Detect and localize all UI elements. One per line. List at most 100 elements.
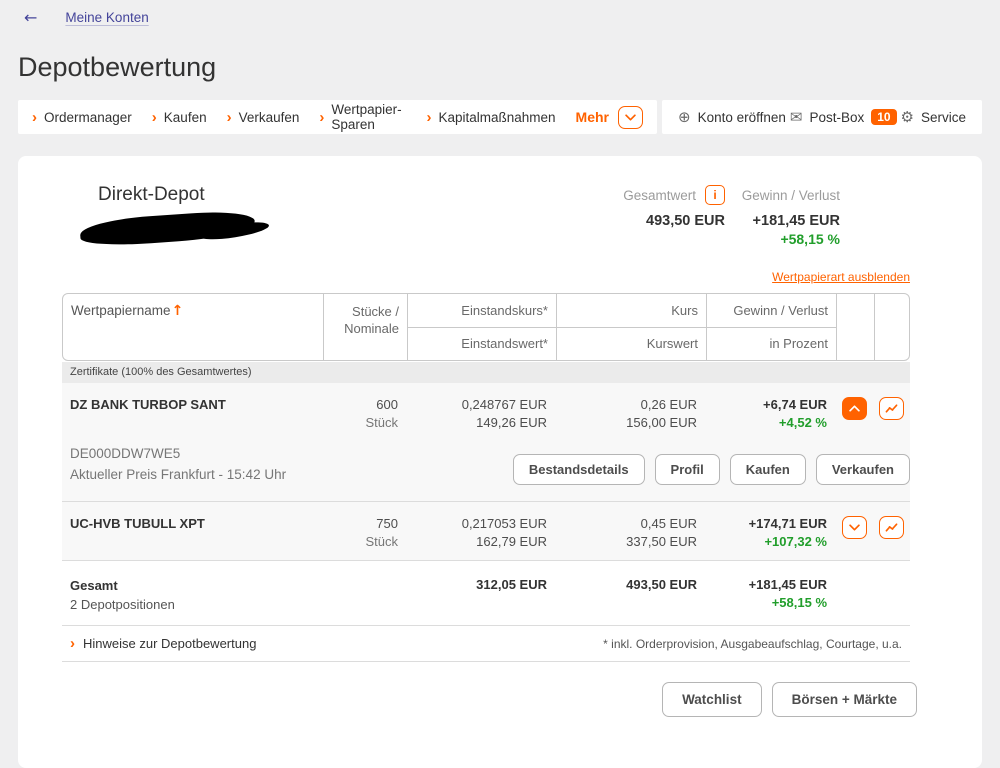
gain-loss-percent: +107,32 % xyxy=(705,533,827,551)
action-label: Post-Box xyxy=(809,110,864,125)
column-header-label: Kurs xyxy=(557,294,706,328)
hints-row: › Hinweise zur Depotbewertung * inkl. Or… xyxy=(62,626,910,661)
depot-card: Direkt-Depot Gesamtwert i 493,50 EUR Gew… xyxy=(18,156,982,768)
divider xyxy=(62,661,910,662)
price: 0,26 EUR xyxy=(555,396,697,414)
link-row: Wertpapierart ausblenden xyxy=(18,268,982,286)
column-header-label: in Prozent xyxy=(707,328,836,361)
column-header-label: Kurswert xyxy=(557,328,706,361)
column-header-label: Stücke / xyxy=(332,303,399,320)
isin: DE000DDW7WE5 xyxy=(70,443,286,464)
gain-loss-label: Gewinn / Verlust xyxy=(742,188,840,203)
qty-cell: 600 Stück xyxy=(322,396,406,432)
column-header-toggle xyxy=(836,294,874,360)
collapse-row-button[interactable] xyxy=(842,397,867,420)
chevron-right-icon: › xyxy=(152,110,157,125)
cost-value: 162,79 EUR xyxy=(406,533,547,551)
cost-price: 0,248767 EUR xyxy=(406,396,547,414)
table-row: UC-HVB TUBULL XPT 750 Stück 0,217053 EUR… xyxy=(62,502,910,560)
postbox-button[interactable]: ✉ Post-Box 10 xyxy=(790,109,897,125)
column-header-chart xyxy=(874,294,910,360)
chart-cell xyxy=(873,396,910,432)
nav-item-wertpapier-sparen[interactable]: › Wertpapier-Sparen xyxy=(319,102,406,132)
market-value: 337,50 EUR xyxy=(555,533,697,551)
gain-loss-cell: +6,74 EUR +4,52 % xyxy=(705,396,835,432)
nav-item-kaufen[interactable]: › Kaufen xyxy=(152,110,207,125)
security-name: DZ BANK TURBOP SANT xyxy=(62,396,322,432)
nav-links: › Ordermanager › Kaufen › Verkaufen › We… xyxy=(18,100,657,134)
action-label: Konto eröffnen xyxy=(698,110,786,125)
watchlist-button[interactable]: Watchlist xyxy=(662,682,762,717)
back-link-meine-konten[interactable]: Meine Konten xyxy=(65,10,148,25)
price: 0,45 EUR xyxy=(555,515,697,533)
nav-item-label: Kaufen xyxy=(164,110,207,125)
nav-row: › Ordermanager › Kaufen › Verkaufen › We… xyxy=(18,100,982,134)
postbox-count-badge: 10 xyxy=(871,109,896,125)
price-source: Aktueller Preis Frankfurt - 15:42 Uhr xyxy=(70,464,286,485)
depot-name: Direkt-Depot xyxy=(98,184,255,206)
column-header-label: Nominale xyxy=(332,320,399,337)
depot-summary: Gesamtwert i 493,50 EUR Gewinn / Verlust… xyxy=(597,184,982,247)
total-row: Gesamt 2 Depotpositionen 312,05 EUR 493,… xyxy=(62,561,910,625)
gain-loss: +6,74 EUR xyxy=(705,396,827,414)
verkaufen-button[interactable]: Verkaufen xyxy=(816,454,910,485)
row-action-buttons: Bestandsdetails Profil Kaufen Verkaufen xyxy=(513,454,910,485)
nav-item-kapitalmassnahmen[interactable]: › Kapitalmaßnahmen xyxy=(426,110,555,125)
nav-item-ordermanager[interactable]: › Ordermanager xyxy=(32,110,132,125)
column-header-gain-loss: Gewinn / Verlust in Prozent xyxy=(706,294,836,360)
profil-button[interactable]: Profil xyxy=(655,454,720,485)
gain-loss-percent: +58,15 % xyxy=(725,231,840,247)
chevron-up-icon xyxy=(849,405,860,412)
envelope-icon: ✉ xyxy=(790,110,803,125)
sort-ascending-icon: ↑ xyxy=(172,303,184,319)
more-dropdown-button[interactable] xyxy=(618,106,643,129)
chart-button[interactable] xyxy=(879,516,904,539)
gain-loss-column: Gewinn / Verlust +181,45 EUR +58,15 % xyxy=(725,184,840,247)
nav-actions: ⊕ Konto eröffnen ✉ Post-Box 10 ⚙ Service xyxy=(662,100,982,134)
nav-item-label: Kapitalmaßnahmen xyxy=(438,110,555,125)
position-count: 2 Depotpositionen xyxy=(70,595,406,614)
column-header-qty: Stücke / Nominale xyxy=(323,294,407,360)
redacted-account-holder xyxy=(79,209,255,248)
total-value-label: Gesamtwert xyxy=(623,188,696,203)
cost-footnote: * inkl. Orderprovision, Ausgabeaufschlag… xyxy=(603,637,902,651)
action-label: Service xyxy=(921,110,966,125)
back-arrow-icon[interactable]: ← xyxy=(24,8,37,27)
open-account-button[interactable]: ⊕ Konto eröffnen xyxy=(678,110,786,125)
boersen-maerkte-button[interactable]: Börsen + Märkte xyxy=(772,682,917,717)
bestandsdetails-button[interactable]: Bestandsdetails xyxy=(513,454,645,485)
page-title: Depotbewertung xyxy=(18,52,1000,83)
chart-button[interactable] xyxy=(879,397,904,420)
column-header-name[interactable]: Wertpapiername ↑ xyxy=(63,294,323,360)
hide-security-type-link[interactable]: Wertpapierart ausblenden xyxy=(772,270,910,284)
nav-item-label: Wertpapier-Sparen xyxy=(331,102,406,132)
hints-link[interactable]: › Hinweise zur Depotbewertung xyxy=(70,636,256,651)
kaufen-button[interactable]: Kaufen xyxy=(730,454,806,485)
total-cost-value: 312,05 EUR xyxy=(406,576,555,614)
hints-link-label: Hinweise zur Depotbewertung xyxy=(83,636,256,651)
plus-circle-icon: ⊕ xyxy=(678,110,691,125)
service-button[interactable]: ⚙ Service xyxy=(901,110,966,125)
gain-loss-cell: +174,71 EUR +107,32 % xyxy=(705,515,835,551)
chevron-right-icon: › xyxy=(426,110,431,125)
cost-value: 149,26 EUR xyxy=(406,414,547,432)
more-label[interactable]: Mehr xyxy=(576,109,609,125)
group-band-zertifikate: Zertifikate (100% des Gesamtwertes) xyxy=(62,362,910,383)
total-market-value: 493,50 EUR xyxy=(555,576,705,614)
column-header-label: Wertpapiername xyxy=(71,303,171,318)
qty-value: 750 xyxy=(322,515,398,533)
price-cell: 0,45 EUR 337,50 EUR xyxy=(555,515,705,551)
column-header-cost: Einstandskurs* Einstandswert* xyxy=(407,294,556,360)
toggle-cell xyxy=(835,515,873,551)
total-label: Gesamt xyxy=(70,576,406,595)
total-value-column: Gesamtwert i 493,50 EUR xyxy=(597,184,725,247)
chevron-down-icon xyxy=(849,524,860,531)
security-detail-info: DE000DDW7WE5 Aktueller Preis Frankfurt -… xyxy=(70,443,286,485)
qty-cell: 750 Stück xyxy=(322,515,406,551)
chevron-right-icon: › xyxy=(319,110,324,125)
expand-row-button[interactable] xyxy=(842,516,867,539)
column-header-price: Kurs Kurswert xyxy=(556,294,706,360)
info-button[interactable]: i xyxy=(705,185,725,205)
chevron-right-icon: › xyxy=(227,110,232,125)
nav-item-verkaufen[interactable]: › Verkaufen xyxy=(227,110,300,125)
